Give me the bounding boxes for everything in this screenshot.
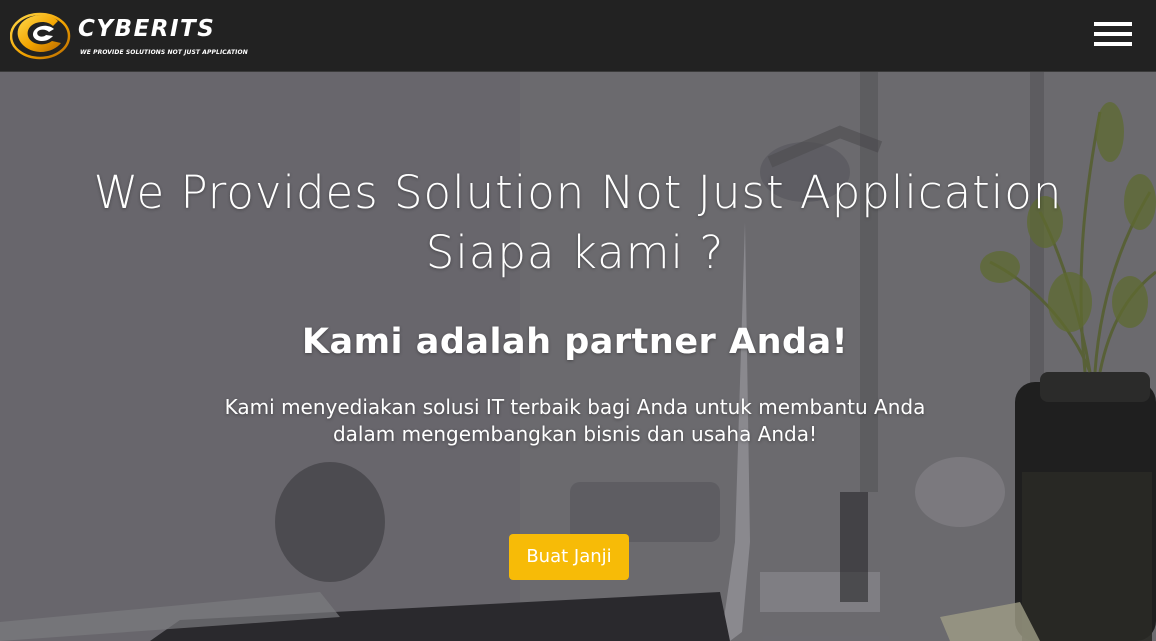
brand-logo[interactable]: CYBERITS WE PROVIDE SOLUTIONS NOT JUST A…: [10, 5, 250, 67]
hamburger-menu-icon[interactable]: [1094, 20, 1134, 50]
menu-bar: [1094, 42, 1132, 46]
brand-tagline: WE PROVIDE SOLUTIONS NOT JUST APPLICATIO…: [80, 49, 248, 56]
hero-heading: Kami adalah partner Anda!: [301, 322, 849, 362]
hero-description: Kami menyediakan solusi IT terbaik bagi …: [150, 394, 1000, 448]
menu-bar: [1094, 32, 1132, 36]
buat-janji-button[interactable]: Buat Janji: [509, 534, 629, 580]
menu-bar: [1094, 22, 1132, 26]
brand-name: CYBERITS: [78, 16, 216, 42]
navbar: CYBERITS WE PROVIDE SOLUTIONS NOT JUST A…: [0, 0, 1156, 72]
hero-content: We Provides Solution Not Just Applicatio…: [0, 72, 1156, 641]
hero-title: We Provides Solution Not Just Applicatio…: [93, 166, 1063, 219]
hero-description-line: dalam mengembangkan bisnis dan usaha And…: [332, 422, 818, 446]
cyberits-logo-mark: [10, 12, 71, 60]
hero-section: We Provides Solution Not Just Applicatio…: [0, 72, 1156, 641]
hero-subtitle: Siapa kami ?: [425, 226, 725, 279]
hero-description-line: Kami menyediakan solusi IT terbaik bagi …: [224, 395, 926, 419]
